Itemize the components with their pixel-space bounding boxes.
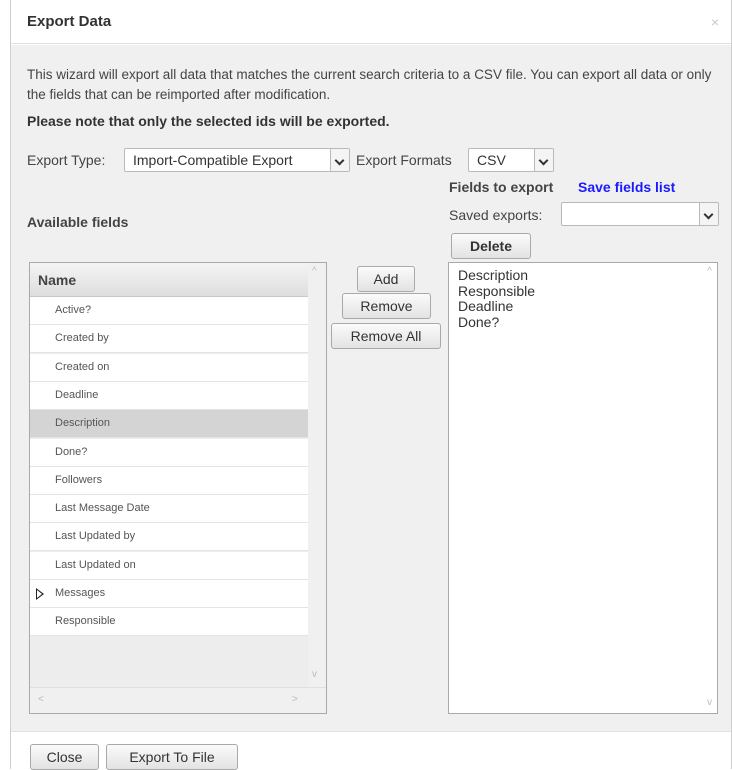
export-formats-value: CSV (477, 152, 506, 168)
save-fields-list-link[interactable]: Save fields list (578, 179, 675, 195)
export-dialog: Export Data × This wizard will export al… (10, 0, 732, 770)
available-fields-grid: Name Active? Created by Created on Deadline… (30, 263, 308, 687)
scroll-up-icon[interactable]: ^ (707, 266, 712, 277)
dialog-title: Export Data (27, 13, 112, 30)
available-field-label: Messages (55, 587, 106, 599)
close-button[interactable]: Close (30, 744, 99, 770)
available-field-label: Active? (55, 304, 92, 316)
available-field-row[interactable]: Description (30, 410, 308, 439)
available-field-row[interactable]: Created by (30, 325, 308, 354)
chevron-down-icon (699, 203, 718, 225)
scroll-down-icon[interactable]: v (707, 697, 712, 708)
export-type-label: Export Type: (27, 152, 106, 168)
available-field-row[interactable]: Followers (30, 466, 308, 495)
scroll-up-icon[interactable]: ^ (312, 266, 317, 277)
remove-button[interactable]: Remove (342, 293, 431, 319)
chevron-down-icon (330, 149, 349, 171)
export-to-file-button[interactable]: Export To File (106, 744, 238, 770)
intro-note: Please note that only the selected ids w… (27, 113, 390, 129)
fields-to-export-title: Fields to export (449, 179, 554, 195)
name-column-header[interactable]: Name (30, 263, 308, 297)
available-field-label: Deadline (55, 388, 99, 401)
available-field-row[interactable]: Last Message Date (30, 495, 308, 524)
saved-exports-label: Saved exports: (449, 207, 543, 223)
available-field-label: Last Message Date (55, 502, 150, 515)
export-field-item[interactable]: Responsible (458, 283, 535, 299)
available-field-row[interactable]: Deadline (30, 381, 308, 410)
available-field-label: Responsible (55, 615, 116, 628)
scroll-left-icon[interactable]: < (38, 694, 44, 705)
export-formats-label: Export Formats (356, 152, 452, 168)
fields-to-export-list[interactable]: Description Responsible Deadline Done? ^ v (448, 262, 718, 714)
available-field-label: Last Updated by (55, 530, 136, 543)
export-field-item[interactable]: Deadline (458, 298, 513, 314)
available-field-label: Last Updated on (55, 558, 136, 571)
available-field-label: Done? (55, 445, 88, 458)
scroll-right-icon[interactable]: > (292, 694, 298, 705)
available-field-row[interactable]: Created on (30, 353, 308, 382)
export-type-value: Import-Compatible Export (133, 152, 293, 168)
vertical-scrollbar[interactable]: ^ v (308, 263, 326, 687)
close-icon[interactable]: × (711, 14, 719, 30)
add-button[interactable]: Add (357, 266, 415, 292)
export-field-item[interactable]: Done? (458, 314, 499, 330)
intro-text: This wizard will export all data that ma… (27, 67, 712, 102)
horizontal-scrollbar[interactable]: < > (30, 687, 326, 713)
available-field-label: Description (55, 417, 111, 430)
available-field-row[interactable]: Responsible (30, 608, 308, 637)
delete-button[interactable]: Delete (451, 233, 531, 259)
available-field-label: Created on (55, 360, 110, 373)
available-field-row[interactable]: Last Updated on (30, 551, 308, 580)
export-formats-select[interactable]: CSV (468, 148, 554, 172)
dialog-header: Export Data × (11, 0, 731, 44)
available-field-label: Followers (55, 473, 103, 486)
expand-caret-icon[interactable] (36, 588, 44, 600)
available-field-row[interactable]: Last Updated by (30, 523, 308, 552)
available-fields-title: Available fields (27, 214, 129, 230)
export-field-item[interactable]: Description (458, 267, 528, 283)
available-field-row[interactable]: Active? (30, 297, 308, 325)
dialog-footer: Close Export To File (11, 731, 731, 770)
available-field-row[interactable]: Done? (30, 438, 308, 467)
dialog-body: This wizard will export all data that ma… (11, 45, 731, 731)
scroll-down-icon[interactable]: v (312, 669, 317, 680)
available-field-row[interactable]: Messages (30, 580, 308, 608)
chevron-down-icon (534, 149, 553, 171)
available-fields-list: Name Active? Created by Created on Deadline… (29, 262, 327, 714)
remove-all-button[interactable]: Remove All (331, 323, 441, 349)
available-field-label: Created by (55, 332, 109, 345)
export-type-select[interactable]: Import-Compatible Export (124, 148, 350, 172)
name-column-label: Name (38, 272, 77, 288)
saved-exports-select[interactable] (561, 202, 719, 226)
